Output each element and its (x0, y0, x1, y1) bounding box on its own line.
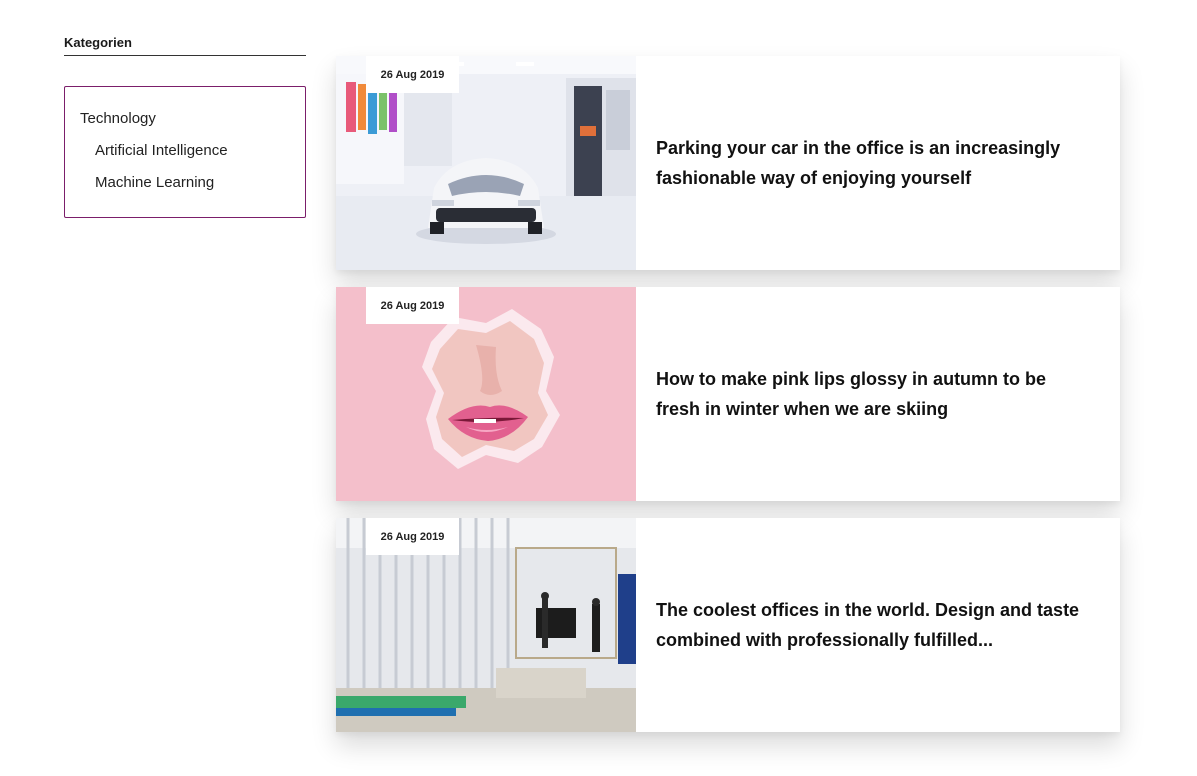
post-thumbnail-modern-office[interactable]: 26 Aug 2019 (336, 518, 636, 732)
post-date: 26 Aug 2019 (366, 56, 459, 93)
post-body: The coolest offices in the world. Design… (636, 518, 1120, 732)
post-list: 26 Aug 2019 Parking your car in the offi… (336, 56, 1120, 749)
post-title[interactable]: The coolest offices in the world. Design… (656, 595, 1090, 655)
post-body: How to make pink lips glossy in autumn t… (636, 287, 1120, 501)
categories-sidebar: Kategorien Technology Artificial Intelli… (64, 36, 306, 218)
post-card[interactable]: 26 Aug 2019 How to make pink lips glossy… (336, 287, 1120, 501)
post-date: 26 Aug 2019 (366, 518, 459, 555)
post-card[interactable]: 26 Aug 2019 Parking your car in the offi… (336, 56, 1120, 270)
post-title[interactable]: Parking your car in the office is an inc… (656, 133, 1090, 193)
post-body: Parking your car in the office is an inc… (636, 56, 1120, 270)
post-thumbnail-car-showroom[interactable]: 26 Aug 2019 (336, 56, 636, 270)
category-item-machine-learning[interactable]: Machine Learning (80, 167, 290, 199)
category-item-artificial-intelligence[interactable]: Artificial Intelligence (80, 135, 290, 167)
post-title[interactable]: How to make pink lips glossy in autumn t… (656, 364, 1090, 424)
sidebar-title: Kategorien (64, 36, 306, 56)
category-item-technology[interactable]: Technology (80, 103, 290, 135)
post-date: 26 Aug 2019 (366, 287, 459, 324)
post-card[interactable]: 26 Aug 2019 The coolest offices in the w… (336, 518, 1120, 732)
post-thumbnail-pink-lips[interactable]: 26 Aug 2019 (336, 287, 636, 501)
category-list: Technology Artificial Intelligence Machi… (64, 86, 306, 218)
